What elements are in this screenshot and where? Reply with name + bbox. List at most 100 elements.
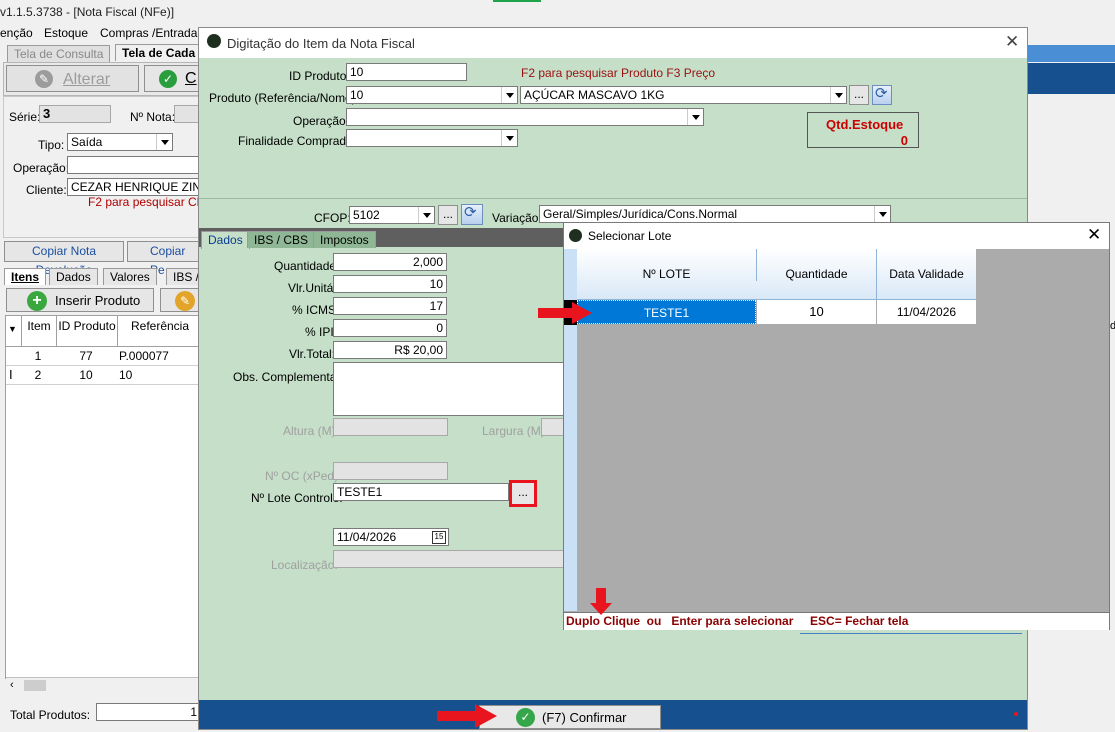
cfop-select[interactable]: 5102: [349, 206, 435, 224]
grid-cell: 77: [79, 349, 93, 363]
tab-cadastro[interactable]: Tela de Cada: [115, 44, 203, 61]
edit-item-button[interactable]: ✎: [160, 288, 200, 312]
vlr-total-field[interactable]: [333, 341, 447, 359]
subtab-itens[interactable]: Itens: [4, 268, 47, 285]
subtab-valores[interactable]: Valores: [103, 268, 157, 285]
plus-icon: +: [27, 291, 47, 311]
pencil-icon: ✎: [175, 291, 195, 311]
grid-cell: 10: [119, 368, 133, 382]
produto-label: Produto (Referência/Nome):: [209, 91, 360, 105]
obs-label: Obs. Complementar:: [233, 370, 344, 384]
close-icon[interactable]: ✕: [1005, 32, 1019, 52]
lote-footer: Duplo Clique ou Enter para selecionar ES…: [564, 612, 1109, 630]
icms-field[interactable]: [333, 297, 447, 315]
lote-dialog-title: Selecionar Lote: [588, 229, 672, 243]
grid-indicator-icon: ▼: [8, 324, 17, 334]
vlr-unitario-field[interactable]: [333, 275, 447, 293]
cliente-label: Cliente:: [26, 183, 67, 197]
vlr-total-label: Vlr.Total:: [289, 347, 336, 361]
produto-ref-select[interactable]: 10: [346, 86, 518, 104]
localizacao-label: Localização:: [271, 558, 338, 572]
confirmar-bg-button[interactable]: ✓ C: [144, 65, 204, 92]
main-header-band: [1028, 63, 1115, 94]
cell-validade: 11/04/2026: [877, 300, 976, 324]
cliente-field[interactable]: CEZAR HENRIQUE ZINDA: [67, 178, 207, 196]
produto-refresh-button[interactable]: [872, 84, 892, 105]
calendar-icon[interactable]: 15: [432, 531, 446, 544]
lote-label: Nº Lote Controle:: [251, 491, 343, 505]
produto-nome-select[interactable]: AÇÚCAR MASCAVO 1KG: [520, 86, 847, 104]
menu-item-estoque[interactable]: Estoque: [44, 26, 88, 40]
subtab-dados[interactable]: Dados: [49, 268, 98, 285]
item-dialog-titlebar: Digitação do Item da Nota Fiscal ✕: [199, 28, 1027, 58]
main-tab-strip: [1028, 45, 1115, 62]
copiar-pe-button[interactable]: Copiar Pe: [127, 241, 202, 277]
lote-footer-text: Duplo Clique ou Enter para selecionar ES…: [566, 614, 909, 628]
alterar-button[interactable]: ✎ Alterar: [6, 65, 139, 92]
quantidade-label: Quantidade:: [274, 259, 340, 273]
qtd-estoque-value: 0: [900, 133, 908, 148]
col-lote[interactable]: Nº LOTE: [577, 249, 757, 281]
horizontal-scrollbar[interactable]: ‹: [6, 677, 201, 694]
confirm-partial-label: C: [185, 70, 197, 87]
cfop-label: CFOP:: [314, 211, 351, 225]
operacao-select[interactable]: [346, 108, 704, 126]
item-dialog-title: Digitação do Item da Nota Fiscal: [227, 36, 415, 51]
top-green-bar: [493, 0, 541, 2]
col-quantidade[interactable]: Quantidade: [757, 249, 877, 299]
variacao-select[interactable]: Geral/Simples/Jurídica/Cons.Normal: [539, 205, 891, 223]
scroll-thumb[interactable]: [24, 680, 46, 691]
tab-ibs-cbs[interactable]: IBS / CBS: [247, 231, 316, 248]
header-panel: Série: 3 Nº Nota: Tipo: Saída Operação: …: [3, 96, 215, 238]
app-icon: [569, 229, 582, 242]
cell-quantidade: 10: [757, 300, 876, 324]
menu-item-compras[interactable]: Compras /Entrada: [100, 26, 197, 40]
operacao-bg-label: Operação:: [13, 161, 70, 175]
window-title: v1.1.5.3738 - [Nota Fiscal (NFe)]: [0, 5, 175, 19]
id-produto-field[interactable]: [346, 63, 467, 81]
cfop-refresh-button[interactable]: [461, 203, 483, 225]
confirmar-button[interactable]: ✓ (F7) Confirmar: [479, 705, 661, 729]
table-row[interactable]: 1 77 P.000077: [6, 347, 201, 366]
inserir-produto-button[interactable]: + Inserir Produto: [6, 288, 154, 312]
app-icon: [207, 34, 221, 48]
quantidade-field[interactable]: [333, 253, 447, 271]
lote-field[interactable]: [333, 483, 509, 501]
operacao-bg-field[interactable]: [67, 156, 207, 174]
tipo-select[interactable]: Saída: [67, 133, 173, 151]
lote-ellipsis-button[interactable]: ...: [509, 480, 537, 507]
tab-consulta[interactable]: Tela de Consulta: [7, 45, 111, 62]
cfop-ellipsis-button[interactable]: ...: [438, 205, 458, 225]
validade-field[interactable]: 11/04/2026 15: [333, 528, 449, 546]
table-row[interactable]: TESTE1 10 11/04/2026: [577, 300, 976, 324]
grid-col-item[interactable]: Item: [21, 316, 56, 346]
menu-item-manutencao[interactable]: enção: [0, 26, 33, 40]
lote-titlebar: Selecionar Lote ✕: [564, 223, 1109, 249]
confirm-arrow-annotation: [437, 704, 497, 728]
grid-col-id[interactable]: ID Produto: [56, 316, 117, 346]
check-icon: ✓: [159, 70, 177, 88]
pencil-icon: ✎: [35, 70, 53, 88]
tab-impostos[interactable]: Impostos: [313, 231, 376, 248]
menu-bar: enção Estoque Compras /Entrada: [0, 24, 200, 42]
grid-header: ▼ Item ID Produto Referência: [6, 316, 201, 347]
table-row[interactable]: I 2 10 10: [6, 366, 201, 385]
close-icon[interactable]: ✕: [1087, 225, 1101, 245]
grid-col-ref[interactable]: Referência: [117, 316, 202, 346]
tab-dados[interactable]: Dados: [201, 231, 250, 249]
qtd-estoque-box: Qtd.Estoque 0: [807, 112, 919, 148]
produto-ellipsis-button[interactable]: ...: [849, 85, 869, 105]
cliente-hint: F2 para pesquisar Clien: [88, 195, 216, 209]
toolbar: ✎ Alterar ✓ C: [3, 62, 204, 96]
ipi-field[interactable]: [333, 319, 447, 337]
grid-cell: 10: [79, 368, 93, 382]
obs-textarea[interactable]: [333, 362, 573, 416]
finalidade-select[interactable]: [346, 129, 518, 147]
row-arrow-annotation: [538, 302, 592, 324]
right-panel-edge: d: [1110, 316, 1115, 376]
separator-line: [199, 198, 1027, 199]
serie-field[interactable]: 3: [39, 105, 111, 123]
col-validade[interactable]: Data Validade: [877, 249, 976, 299]
copiar-devolucao-button[interactable]: Copiar Nota Devolução: [4, 241, 124, 277]
scroll-left-icon[interactable]: ‹: [10, 679, 14, 691]
